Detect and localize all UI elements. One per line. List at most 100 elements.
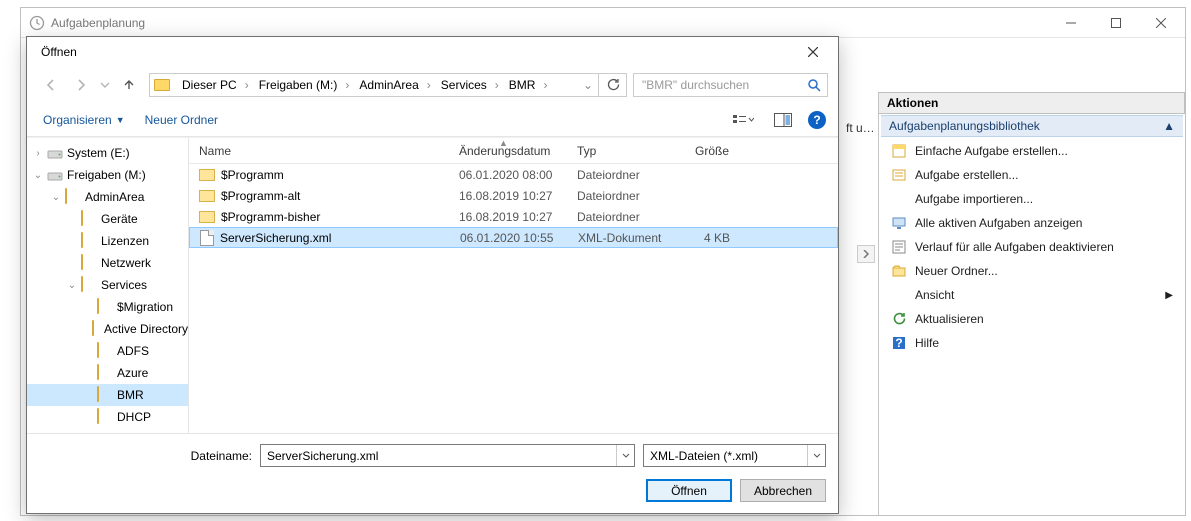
actions-section-header[interactable]: Aufgabenplanungsbibliothek ▲ — [881, 115, 1183, 137]
tree-item[interactable]: ⌄ Freigaben (M:) — [27, 164, 188, 186]
tree-item[interactable]: Active Directory — [27, 318, 188, 340]
file-row[interactable]: ServerSicherung.xml 06.01.2020 10:55XML-D… — [189, 227, 838, 248]
tree-item[interactable]: Azure — [27, 362, 188, 384]
action-item[interactable]: Aktualisieren — [879, 307, 1185, 331]
column-modified[interactable]: Änderungsdatum — [449, 138, 567, 163]
address-bar[interactable]: Dieser PC›Freigaben (M:)›AdminArea›Servi… — [149, 73, 627, 97]
close-button[interactable] — [1138, 8, 1183, 37]
chevron-right-icon[interactable]: › — [243, 78, 251, 92]
forward-button[interactable] — [67, 73, 95, 97]
tree-item[interactable]: Geräte — [27, 208, 188, 230]
file-row[interactable]: $Programm-alt16.08.2019 10:27Dateiordner — [189, 185, 838, 206]
scroll-right-button[interactable] — [857, 245, 875, 263]
tree-item[interactable]: ⌄ Services — [27, 274, 188, 296]
filename-label: Dateiname: — [182, 449, 252, 463]
action-item[interactable]: Aufgabe importieren... — [879, 187, 1185, 211]
dialog-close-button[interactable] — [798, 47, 828, 57]
file-mod: 06.01.2020 10:55 — [450, 231, 568, 245]
none-icon — [891, 191, 907, 207]
cancel-button[interactable]: Abbrechen — [740, 479, 826, 502]
organize-button[interactable]: Organisieren ▼ — [35, 109, 133, 131]
breadcrumb-segment[interactable]: BMR — [501, 78, 542, 92]
file-list: ▲ Name Änderungsdatum Typ Größe $Program… — [189, 138, 838, 433]
submenu-arrow-icon: ▶ — [1165, 290, 1173, 301]
actions-panel: Aktionen Aufgabenplanungsbibliothek ▲ Ei… — [878, 92, 1185, 515]
tree-item-label: DHCP — [117, 410, 151, 424]
search-box[interactable] — [633, 73, 828, 97]
tree-item-label: Services — [101, 278, 147, 292]
help-button[interactable]: ? — [808, 111, 826, 129]
up-button[interactable] — [115, 73, 143, 97]
filename-input[interactable] — [261, 449, 616, 463]
tree-item[interactable]: Netzwerk — [27, 252, 188, 274]
column-type[interactable]: Typ — [567, 138, 677, 163]
file-type: XML-Dokument — [568, 231, 678, 245]
search-input[interactable] — [640, 77, 807, 93]
task-scheduler-title: Aufgabenplanung — [51, 16, 1048, 30]
preview-pane-button[interactable] — [768, 109, 798, 131]
chevron-right-icon[interactable]: › — [425, 78, 433, 92]
svg-text:?: ? — [895, 336, 902, 350]
sort-indicator-icon: ▲ — [499, 138, 508, 148]
folder-icon — [199, 169, 215, 181]
action-label: Verlauf für alle Aufgaben deaktivieren — [915, 240, 1114, 254]
tree-expand-icon[interactable]: ⌄ — [67, 280, 77, 291]
recent-locations-button[interactable] — [97, 73, 113, 97]
tree-expand-icon[interactable]: ⌄ — [51, 192, 61, 203]
tree-item[interactable]: DHCP — [27, 406, 188, 428]
clock-icon — [29, 15, 45, 31]
action-label: Ansicht — [915, 288, 954, 302]
tree-item[interactable]: ›System (E:) — [27, 142, 188, 164]
column-name[interactable]: Name — [189, 138, 449, 163]
breadcrumb-segment[interactable]: Services — [433, 78, 493, 92]
chevron-right-icon[interactable]: › — [541, 78, 549, 92]
back-button[interactable] — [37, 73, 65, 97]
folder-icon — [97, 409, 113, 425]
file-row[interactable]: $Programm06.01.2020 08:00Dateiordner — [189, 164, 838, 185]
tree-item[interactable]: BMR — [27, 384, 188, 406]
folder-icon — [81, 277, 97, 293]
search-icon — [807, 78, 821, 92]
breadcrumb-segment[interactable]: Freigaben (M:) — [251, 78, 344, 92]
tree-expand-icon[interactable]: › — [33, 148, 43, 159]
filename-dropdown-button[interactable] — [616, 445, 634, 466]
maximize-button[interactable] — [1093, 8, 1138, 37]
file-row[interactable]: $Programm-bisher16.08.2019 10:27Dateiord… — [189, 206, 838, 227]
tree-item-label: Freigaben (M:) — [67, 168, 146, 182]
action-item[interactable]: Verlauf für alle Aufgaben deaktivieren — [879, 235, 1185, 259]
address-dropdown-button[interactable]: ⌄ — [578, 78, 598, 92]
tree-item[interactable]: ⌄AdminArea — [27, 186, 188, 208]
minimize-button[interactable] — [1048, 8, 1093, 37]
chevron-right-icon[interactable]: › — [343, 78, 351, 92]
action-item[interactable]: Alle aktiven Aufgaben anzeigen — [879, 211, 1185, 235]
tree-item[interactable]: Lizenzen — [27, 230, 188, 252]
refresh-button[interactable] — [598, 73, 626, 97]
breadcrumb-segment[interactable]: Dieser PC — [174, 78, 243, 92]
action-item[interactable]: Neuer Ordner... — [879, 259, 1185, 283]
tree-item[interactable]: $Migration — [27, 296, 188, 318]
action-item[interactable]: Einfache Aufgabe erstellen... — [879, 139, 1185, 163]
folder-tree[interactable]: ›System (E:) ⌄ Freigaben (M:) ⌄AdminAreaGer… — [27, 138, 189, 433]
action-item[interactable]: Ansicht ▶ — [879, 283, 1185, 307]
action-item[interactable]: Aufgabe erstellen... — [879, 163, 1185, 187]
filetype-dropdown-button[interactable] — [807, 445, 825, 466]
file-name: $Programm-alt — [221, 189, 300, 203]
column-size[interactable]: Größe — [677, 138, 749, 163]
new-folder-button[interactable]: Neuer Ordner — [137, 109, 226, 131]
actions-section-label: Aufgabenplanungsbibliothek — [889, 119, 1040, 133]
file-name: ServerSicherung.xml — [220, 231, 331, 245]
breadcrumb-segment[interactable]: AdminArea — [351, 78, 424, 92]
open-button[interactable]: Öffnen — [646, 479, 732, 502]
folder-icon — [199, 190, 215, 202]
filename-combobox[interactable] — [260, 444, 635, 467]
tree-expand-icon[interactable]: ⌄ — [33, 170, 43, 181]
tree-item-label: $Migration — [117, 300, 173, 314]
chevron-right-icon[interactable]: › — [493, 78, 501, 92]
filetype-combobox[interactable]: XML-Dateien (*.xml) — [643, 444, 826, 467]
action-item[interactable]: ?Hilfe — [879, 331, 1185, 355]
view-options-button[interactable] — [728, 109, 758, 131]
tree-item[interactable]: ADFS — [27, 340, 188, 362]
dialog-toolbar: Organisieren ▼ Neuer Ordner ? — [27, 103, 838, 137]
history-icon — [891, 239, 907, 255]
drive-icon — [47, 145, 63, 161]
